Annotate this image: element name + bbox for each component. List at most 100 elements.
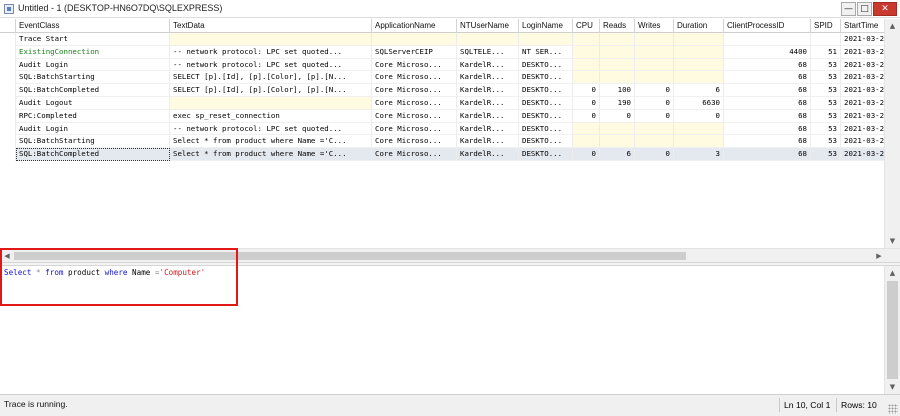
row-selector[interactable] — [0, 33, 16, 46]
close-button[interactable]: ✕ — [873, 2, 897, 16]
cell-writes — [635, 45, 674, 59]
cell-applicationname: Core Microso... — [372, 96, 457, 110]
row-selector[interactable] — [0, 45, 16, 59]
trace-row[interactable]: Audit Login -- network protocol: LPC set … — [0, 122, 884, 136]
status-bar: Trace is running. Ln 10, Col 1 Rows: 10 — [0, 394, 900, 416]
trace-row[interactable]: SQL:BatchCompleted SELECT [p].[Id], [p].[… — [0, 84, 884, 97]
textpane-scroll-thumb[interactable] — [887, 281, 898, 379]
horizontal-scroll-thumb[interactable] — [14, 252, 686, 260]
cell-spid: 53 — [811, 148, 841, 161]
cell-textdata: -- network protocol: LPC set quoted... — [170, 58, 372, 72]
resize-grip-icon[interactable] — [888, 404, 898, 414]
row-selector[interactable] — [0, 148, 16, 161]
cell-clientprocessid: 68 — [724, 58, 811, 72]
scroll-down-arrow-icon[interactable]: ▼ — [885, 234, 900, 248]
column-header-clientprocessid[interactable]: ClientProcessID — [724, 19, 811, 33]
cell-reads: 6 — [600, 148, 635, 161]
sql-token: Name — [127, 268, 155, 277]
cell-spid: 53 — [811, 135, 841, 149]
cell-writes: 0 — [635, 109, 674, 123]
column-header-cpu[interactable]: CPU — [573, 19, 600, 33]
row-selector[interactable] — [0, 109, 16, 123]
row-selector[interactable] — [0, 84, 16, 97]
column-header-applicationname[interactable]: ApplicationName — [372, 19, 457, 33]
row-count: Rows: 10 — [836, 398, 877, 412]
cell-eventclass: SQL:BatchStarting — [16, 135, 170, 149]
trace-row[interactable]: SQL:BatchStarting SELECT [p].[Id], [p].[C… — [0, 71, 884, 85]
scroll-left-arrow-icon[interactable]: ◀ — [0, 249, 14, 263]
column-header-spid[interactable]: SPID — [811, 19, 841, 33]
grid-vertical-scrollbar[interactable]: ▲ ▼ — [884, 19, 900, 248]
cell-ntusername: KardelR... — [457, 71, 519, 85]
cell-ntusername: KardelR... — [457, 122, 519, 136]
row-selector[interactable] — [0, 135, 16, 149]
profiler-app-icon — [4, 4, 14, 14]
cell-cpu — [573, 135, 600, 149]
cell-cpu: 0 — [573, 96, 600, 110]
cell-duration — [674, 45, 724, 59]
cell-cpu — [573, 45, 600, 59]
row-selector[interactable] — [0, 96, 16, 110]
column-header-eventclass[interactable]: EventClass — [16, 19, 170, 33]
textpane-vertical-scrollbar[interactable]: ▲ ▼ — [884, 266, 900, 394]
trace-row[interactable]: Trace Start 2021-03-2 — [0, 33, 884, 46]
cell-duration — [674, 33, 724, 46]
cell-writes: 0 — [635, 84, 674, 97]
cell-ntusername: KardelR... — [457, 135, 519, 149]
cell-eventclass: Audit Logout — [16, 96, 170, 110]
cell-loginname: NT SER... — [519, 45, 573, 59]
column-header-ntusername[interactable]: NTUserName — [457, 19, 519, 33]
cell-clientprocessid — [724, 33, 811, 46]
column-header-reads[interactable]: Reads — [600, 19, 635, 33]
trace-events-grid[interactable]: EventClass TextData ApplicationName NTUserN… — [0, 19, 884, 248]
column-header-duration[interactable]: Duration — [674, 19, 724, 33]
column-header-textdata[interactable]: TextData — [170, 19, 372, 33]
cell-spid: 53 — [811, 71, 841, 85]
cell-clientprocessid: 68 — [724, 109, 811, 123]
trace-row[interactable]: ExistingConnection -- network protocol: L… — [0, 45, 884, 59]
cell-eventclass: Audit Login — [16, 122, 170, 136]
row-selector[interactable] — [0, 71, 16, 85]
cell-spid: 53 — [811, 122, 841, 136]
cell-duration: 0 — [674, 109, 724, 123]
cell-textdata: -- network protocol: LPC set quoted... — [170, 122, 372, 136]
cell-duration: 6 — [674, 84, 724, 97]
cell-writes — [635, 33, 674, 46]
cell-ntusername: KardelR... — [457, 58, 519, 72]
column-header-starttime[interactable]: StartTime — [841, 19, 884, 33]
cell-loginname: DESKTO... — [519, 71, 573, 85]
trace-row[interactable]: Audit Login -- network protocol: LPC set … — [0, 58, 884, 72]
cell-starttime: 2021-03-2 — [841, 109, 884, 123]
cell-clientprocessid: 68 — [724, 148, 811, 161]
cell-duration — [674, 135, 724, 149]
maximize-button[interactable]: □ — [857, 2, 872, 16]
cell-loginname: DESKTO... — [519, 58, 573, 72]
trace-row[interactable]: Audit Logout Core Microso... KardelR... DES… — [0, 96, 884, 110]
cell-spid: 53 — [811, 109, 841, 123]
cell-reads — [600, 45, 635, 59]
cell-ntusername: KardelR... — [457, 148, 519, 161]
textpane-scroll-down-icon[interactable]: ▼ — [885, 380, 900, 394]
cell-duration: 6630 — [674, 96, 724, 110]
cell-applicationname: Core Microso... — [372, 122, 457, 136]
cell-loginname: DESKTO... — [519, 122, 573, 136]
scroll-right-arrow-icon[interactable]: ▶ — [872, 249, 886, 263]
cell-eventclass: ExistingConnection — [16, 45, 170, 59]
trace-row[interactable]: SQL:BatchCompleted Select * from product … — [0, 148, 884, 161]
row-selector[interactable] — [0, 58, 16, 72]
cell-clientprocessid: 68 — [724, 135, 811, 149]
minimize-button[interactable]: — — [841, 2, 856, 16]
event-text-pane[interactable]: Select * from product where Name ='Compu… — [0, 266, 884, 394]
cell-applicationname: Core Microso... — [372, 135, 457, 149]
scroll-up-arrow-icon[interactable]: ▲ — [885, 19, 900, 33]
cell-reads: 100 — [600, 84, 635, 97]
cell-duration: 3 — [674, 148, 724, 161]
column-header-loginname[interactable]: LoginName — [519, 19, 573, 33]
trace-row[interactable]: SQL:BatchStarting Select * from product w… — [0, 135, 884, 149]
trace-row[interactable]: RPC:Completed exec sp_reset_connection Cor… — [0, 109, 884, 123]
grid-horizontal-scrollbar[interactable]: ◀ ▶ — [0, 248, 900, 262]
textpane-scroll-up-icon[interactable]: ▲ — [885, 266, 900, 280]
column-header-writes[interactable]: Writes — [635, 19, 674, 33]
row-selector[interactable] — [0, 122, 16, 136]
cell-reads — [600, 33, 635, 46]
